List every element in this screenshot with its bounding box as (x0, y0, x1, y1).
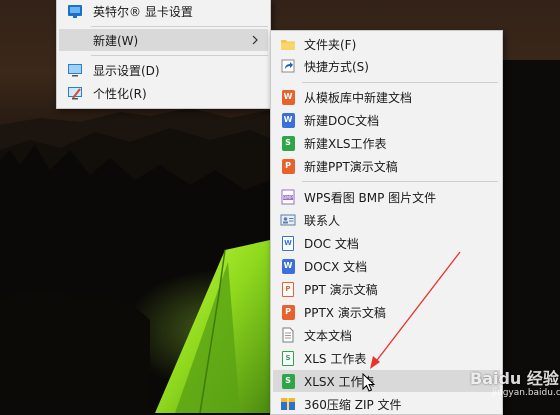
mouse-cursor-icon (362, 373, 376, 392)
baidu-watermark: Baidu 经验 (470, 369, 559, 388)
baidu-watermark-url: jingyan.baidu.com (492, 388, 560, 398)
annotation-arrow (370, 251, 461, 369)
